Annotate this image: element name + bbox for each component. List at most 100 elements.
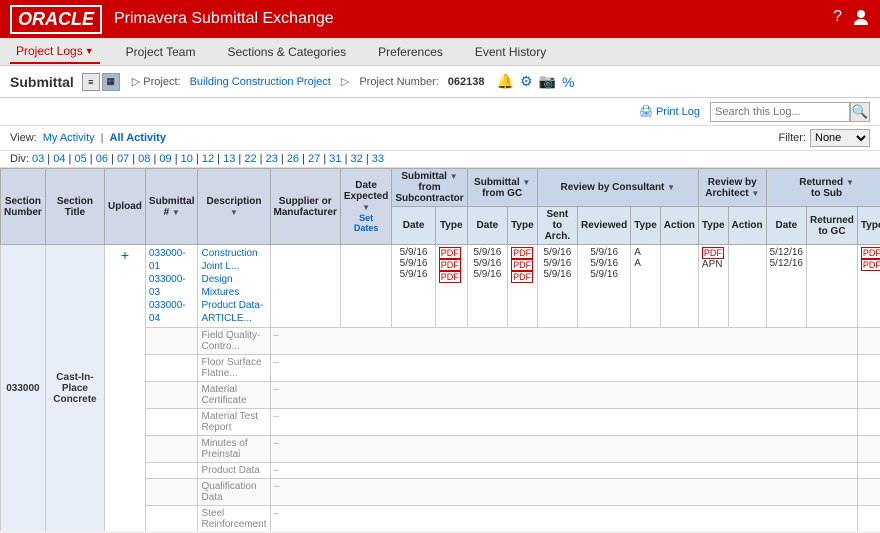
- sent-to-033000: 5/9/165/9/165/9/16: [537, 245, 577, 328]
- bell-icon[interactable]: 🔔: [497, 73, 514, 90]
- desc-033000-main: Construction Joint L... Design Mixtures …: [198, 245, 270, 328]
- div-12[interactable]: 12: [202, 153, 214, 165]
- col-header-gc-date: Date: [467, 207, 507, 245]
- navbar: Project Logs ▼ Project Team Sections & C…: [0, 38, 880, 66]
- breadcrumb-sep1: ▷: [341, 75, 349, 88]
- col-header-gc-type: Type: [508, 207, 538, 245]
- div-27[interactable]: 27: [308, 153, 320, 165]
- project-name-link[interactable]: Building Construction Project: [190, 76, 331, 88]
- oracle-logo: ORACLE: [10, 5, 102, 34]
- print-log-btn[interactable]: 🖨 Print Log: [639, 105, 700, 118]
- div-04[interactable]: 04: [53, 153, 65, 165]
- col-header-arch-type: Type: [698, 207, 728, 245]
- help-icon[interactable]: ?: [833, 8, 842, 31]
- div-26[interactable]: 26: [287, 153, 299, 165]
- desc-product-data[interactable]: Product Data-ARTICLE...: [201, 299, 266, 325]
- col-header-arch-action: Action: [728, 207, 766, 245]
- desc-design-mixtures[interactable]: Design Mixtures: [201, 273, 266, 299]
- percent-icon[interactable]: %: [562, 74, 574, 90]
- desc-field-quality: Field Quality-Contro...: [198, 328, 270, 355]
- supplier-033000: [270, 245, 340, 328]
- all-activity-link[interactable]: All Activity: [110, 132, 166, 144]
- grid-view-btn[interactable]: ▦: [102, 73, 120, 91]
- view-bar: View: My Activity | All Activity Filter:…: [0, 126, 880, 151]
- col-header-review-consultant: Review by Consultant ▼: [537, 169, 698, 207]
- div-10[interactable]: 10: [181, 153, 193, 165]
- section-title-033000: Cast-In-PlaceConcrete: [45, 245, 104, 532]
- camera-icon[interactable]: 📷: [539, 73, 556, 90]
- col-header-supplier: Supplier orManufacturer: [270, 169, 340, 245]
- arch-action-033000: [728, 245, 766, 328]
- rev-type-033000: AA: [631, 245, 661, 328]
- col-header-rev-action: Action: [660, 207, 698, 245]
- header-icons: ?: [833, 8, 870, 31]
- div-08[interactable]: 08: [138, 153, 150, 165]
- div-22[interactable]: 22: [244, 153, 256, 165]
- empty-cols1: –: [270, 328, 857, 355]
- col-header-sub-from-sub: Submittal ▼from Subcontractor: [392, 169, 467, 207]
- submittal-033000-01[interactable]: 033000-01: [149, 247, 195, 273]
- my-activity-link[interactable]: My Activity: [43, 132, 95, 144]
- nav-sections-categories[interactable]: Sections & Categories: [221, 41, 352, 63]
- col-header-sent-to: Sent toArch.: [537, 207, 577, 245]
- user-icon[interactable]: [852, 8, 870, 31]
- settings-icon[interactable]: ⚙: [520, 73, 533, 90]
- nav-event-history[interactable]: Event History: [469, 41, 552, 63]
- date-exp-033000: [340, 245, 391, 328]
- submittal-033000-03[interactable]: 033000-03: [149, 273, 195, 299]
- search-input[interactable]: [710, 102, 850, 122]
- col-header-sub-type: Type: [435, 207, 467, 245]
- ret-type-033000: PDFPDF: [857, 245, 880, 328]
- submittal-empty1: [145, 328, 198, 355]
- div-label: Div:: [10, 153, 32, 165]
- col-header-section-title: SectionTitle: [45, 169, 104, 245]
- div-05[interactable]: 05: [74, 153, 86, 165]
- col-header-rev-type: Type: [631, 207, 661, 245]
- div-31[interactable]: 31: [329, 153, 341, 165]
- submittal-033000-04[interactable]: 033000-04: [149, 299, 195, 325]
- view-toggle-icons: ≡ ▦: [82, 73, 120, 91]
- gc-type-033000: PDFPDFPDF: [508, 245, 538, 328]
- submittal-033000-main: 033000-01 033000-03 033000-04: [145, 245, 198, 328]
- search-button[interactable]: 🔍: [850, 102, 870, 122]
- breadcrumb-bar: Submittal ≡ ▦ ▷ Project: Building Constr…: [0, 66, 880, 98]
- div-33[interactable]: 33: [372, 153, 384, 165]
- table-row: 033000 Cast-In-PlaceConcrete + 033000-01…: [1, 245, 880, 328]
- view-bar-sep: |: [101, 132, 104, 144]
- filter-label: Filter:: [779, 132, 807, 144]
- ret-gc-033000: [807, 245, 858, 328]
- upload-033000[interactable]: +: [105, 245, 146, 532]
- sub-type-033000: PDFPDFPDF: [435, 245, 467, 328]
- col-header-sub-from-gc: Submittal ▼from GC: [467, 169, 537, 207]
- nav-preferences[interactable]: Preferences: [372, 41, 449, 63]
- section-number-033000: 033000: [1, 245, 46, 532]
- filter-select[interactable]: None: [810, 129, 870, 147]
- div-32[interactable]: 32: [351, 153, 363, 165]
- col-header-date-expected: DateExpected ▼SetDates: [340, 169, 391, 245]
- page-title: Submittal: [10, 74, 74, 90]
- project-number: 062138: [448, 76, 485, 88]
- nav-project-logs[interactable]: Project Logs ▼: [10, 40, 100, 64]
- nav-project-team[interactable]: Project Team: [120, 41, 202, 63]
- search-box: 🔍: [710, 102, 870, 122]
- set-dates-link[interactable]: SetDates: [344, 213, 388, 233]
- col-header-reviewed: Reviewed: [578, 207, 631, 245]
- toolbar: 🖨 Print Log 🔍: [0, 98, 880, 126]
- div-03[interactable]: 03: [32, 153, 44, 165]
- project-number-label: Project Number:: [359, 76, 438, 88]
- div-13[interactable]: 13: [223, 153, 235, 165]
- div-09[interactable]: 09: [159, 153, 171, 165]
- remarks-empty1: [857, 328, 880, 355]
- div-06[interactable]: 06: [96, 153, 108, 165]
- project-label: ▷ Project:: [132, 75, 181, 88]
- view-label: View:: [10, 132, 37, 144]
- printer-icon: 🖨: [639, 105, 653, 118]
- desc-construction-joint[interactable]: Construction Joint L...: [201, 247, 266, 273]
- list-view-btn[interactable]: ≡: [82, 73, 100, 91]
- col-header-sub-date: Date: [392, 207, 435, 245]
- div-07[interactable]: 07: [117, 153, 129, 165]
- arch-type-033000: PDFAPN: [698, 245, 728, 328]
- main-content: SectionNumber SectionTitle Upload Submit…: [0, 168, 880, 531]
- filter-bar: Filter: None: [779, 129, 871, 147]
- div-23[interactable]: 23: [266, 153, 278, 165]
